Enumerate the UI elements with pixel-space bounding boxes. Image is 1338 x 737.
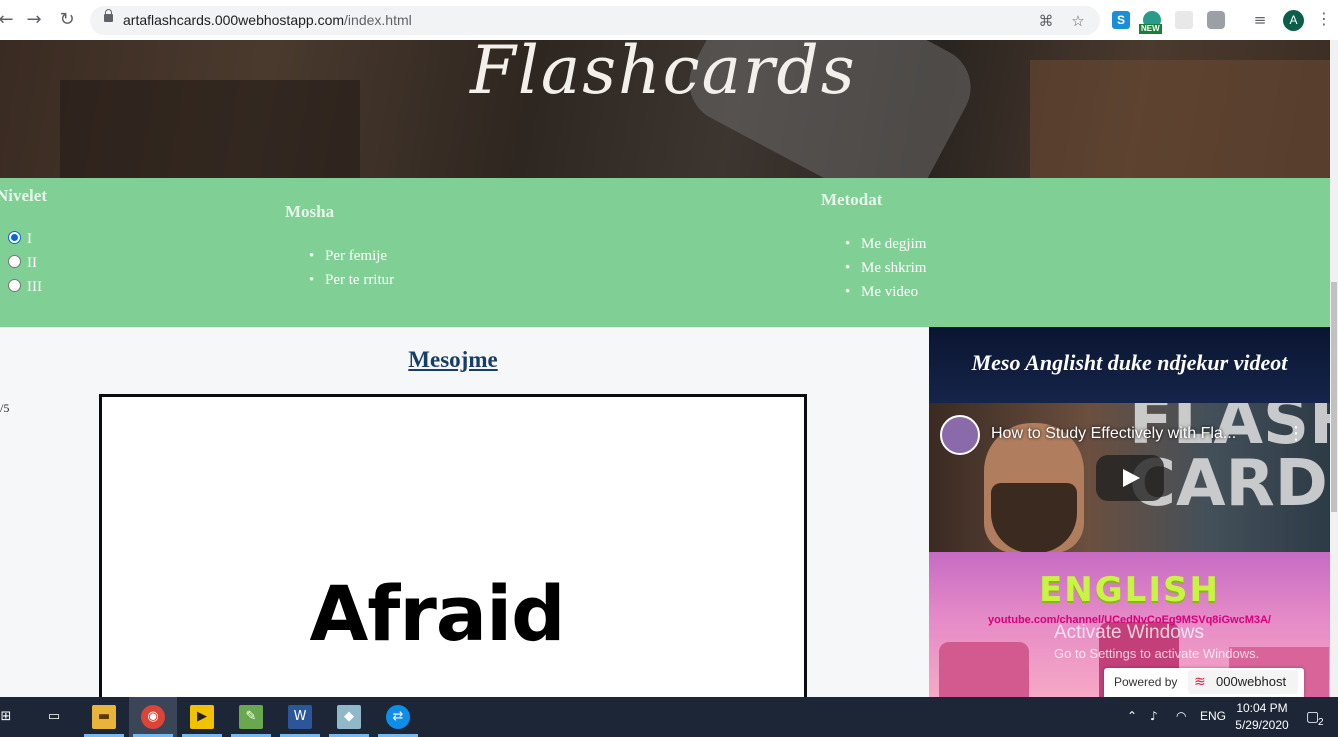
reload-icon[interactable]: ↻ [55, 8, 79, 32]
wifi-icon[interactable]: ◠ [1176, 709, 1186, 723]
card-counter: /5 [0, 401, 10, 415]
activate-windows-subtitle: Go to Settings to activate Windows. [1054, 646, 1260, 661]
thumbnail-beard [991, 483, 1077, 552]
browser-menu-icon[interactable]: ⋮ [1316, 9, 1332, 28]
metodat-item[interactable]: Me video [845, 284, 918, 301]
mosha-item[interactable]: Per femije [309, 248, 387, 265]
flashcard-word: Afraid [309, 569, 565, 658]
section-title-link[interactable]: Mesojme [0, 347, 906, 373]
windows-taskbar: ⊞ ▭ ▬ ◉ ▶ ✎ W ◆ ⇄ ⌃ ♪ ◠ ENG 10:04 PM 5/2… [0, 697, 1338, 737]
url-domain: artaflashcards.000webhostapp.com [123, 12, 345, 28]
mosha-heading: Mosha [285, 202, 335, 221]
flashcard[interactable]: Afraid [99, 394, 807, 697]
video-title[interactable]: How to Study Effectively with Fla... [991, 425, 1236, 443]
thumbnail-title: ENGLISH [1039, 570, 1220, 610]
task-view-icon[interactable]: ▭ [42, 705, 66, 729]
play-button-icon[interactable] [1096, 455, 1164, 501]
clock-date: 5/29/2020 [1235, 718, 1289, 732]
level-label: I [27, 231, 32, 247]
language-indicator[interactable]: ENG [1200, 709, 1226, 723]
filter-menu: Nivelet I II III Mosha Per femije Per te… [0, 178, 1330, 327]
activate-windows-title: Activate Windows [1054, 622, 1204, 643]
level-label: III [27, 279, 42, 295]
extension-s-icon[interactable]: S [1112, 11, 1130, 29]
scrollbar-thumb[interactable] [1331, 282, 1337, 512]
level-option[interactable]: III [8, 279, 42, 299]
url-text[interactable]: artaflashcards.000webhostapp.com/index.h… [123, 12, 412, 28]
hero-shape [1030, 60, 1330, 178]
more-options-icon[interactable]: ⋮ [1287, 423, 1305, 444]
powered-by-badge[interactable]: Powered by ≋ 000webhost [1104, 668, 1304, 697]
site-title: Flashcards [470, 40, 857, 109]
file-explorer-icon[interactable]: ▬ [92, 705, 116, 729]
media-queue-icon[interactable]: ≡ [1250, 10, 1270, 30]
url-path: /index.html [344, 12, 412, 28]
level-option[interactable]: II [8, 255, 37, 275]
page-viewport: Flashcards Nivelet I II III Mosha Per fe… [0, 40, 1330, 697]
address-bar[interactable]: artaflashcards.000webhostapp.com/index.h… [90, 6, 1100, 35]
level-option[interactable]: I [8, 231, 32, 251]
powered-by-label: Powered by [1114, 675, 1178, 689]
level-label: II [27, 255, 37, 271]
mosha-item[interactable]: Per te rritur [309, 272, 394, 289]
host-logo[interactable]: ≋ 000webhost [1188, 670, 1298, 694]
clock-time: 10:04 PM [1236, 701, 1288, 715]
extension-grid-icon[interactable] [1175, 11, 1193, 29]
sidebar-title: Meso Anglisht duke ndjekur videot [971, 350, 1288, 375]
app-icon[interactable]: ◆ [337, 705, 361, 729]
bookmark-star-icon[interactable]: ☆ [1068, 11, 1088, 31]
thumbnail-shape [939, 642, 1029, 697]
new-badge: NEW [1139, 24, 1162, 34]
windows-start-icon[interactable]: ⊞ [0, 705, 18, 729]
back-icon[interactable]: ← [0, 8, 18, 32]
nivelet-heading: Nivelet [0, 186, 47, 205]
metodat-item[interactable]: Me degjim [845, 236, 927, 253]
notepad-icon[interactable]: ✎ [239, 705, 263, 729]
host-logo-icon: ≋ [1194, 674, 1206, 690]
metodat-item[interactable]: Me shkrim [845, 260, 927, 277]
lock-icon [104, 9, 113, 22]
volume-icon[interactable]: ♪ [1150, 709, 1158, 723]
forward-icon[interactable]: → [22, 8, 46, 32]
channel-avatar[interactable] [940, 415, 980, 455]
hero-shape [60, 80, 360, 178]
teamviewer-icon[interactable]: ⇄ [386, 705, 410, 729]
media-player-icon[interactable]: ▶ [190, 705, 214, 729]
system-clock[interactable]: 10:04 PM 5/29/2020 [1232, 700, 1292, 734]
camera-icon[interactable] [1207, 11, 1225, 29]
translate-icon[interactable]: ⌘ [1036, 11, 1056, 31]
notification-count: 2 [1318, 717, 1324, 728]
word-icon[interactable]: W [288, 705, 312, 729]
radio-button[interactable] [8, 231, 21, 244]
browser-toolbar: ← → ↻ artaflashcards.000webhostapp.com/i… [0, 0, 1338, 41]
chrome-icon[interactable]: ◉ [141, 705, 165, 729]
flashcard-area: Mesojme /5 Afraid [0, 327, 929, 697]
radio-button[interactable] [8, 255, 21, 268]
radio-button[interactable] [8, 279, 21, 292]
metodat-heading: Metodat [821, 190, 883, 209]
host-name: 000webhost [1216, 674, 1287, 689]
profile-avatar[interactable]: A [1283, 10, 1304, 31]
sidebar-header: Meso Anglisht duke ndjekur videot [929, 327, 1330, 403]
hero-banner: Flashcards [0, 40, 1330, 178]
tray-chevron-icon[interactable]: ⌃ [1127, 709, 1137, 723]
video-embed[interactable]: FLASH CARDS How to Study Effectively wit… [929, 403, 1330, 552]
